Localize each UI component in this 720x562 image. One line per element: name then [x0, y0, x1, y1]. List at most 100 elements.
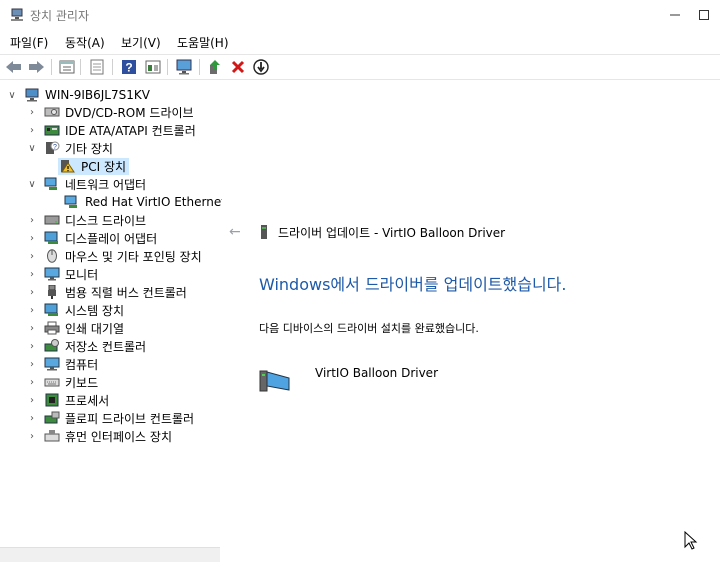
- chevron-down-icon[interactable]: ∨: [26, 178, 38, 190]
- chevron-right-icon[interactable]: ›: [26, 124, 38, 136]
- tree-item-processor[interactable]: › 프로세서: [26, 391, 109, 409]
- help-button[interactable]: ?: [120, 58, 138, 76]
- chevron-right-icon[interactable]: ›: [26, 286, 38, 298]
- tree-item-label: 네트워크 어댑터: [65, 177, 147, 192]
- back-button[interactable]: [5, 58, 23, 76]
- chevron-right-icon[interactable]: ›: [26, 322, 38, 334]
- maximize-button[interactable]: [688, 0, 720, 30]
- other-devices-icon: ?: [46, 141, 60, 154]
- scan-hardware-button[interactable]: [175, 58, 193, 76]
- network-adapter-icon: [44, 177, 57, 190]
- forward-button[interactable]: [27, 58, 45, 76]
- tree-root[interactable]: ∨ WIN-9IB6JL7S1KV: [6, 86, 150, 104]
- help-icon: ?: [122, 60, 136, 75]
- tree-item-print-queue[interactable]: › 인쇄 대기열: [26, 319, 124, 337]
- show-hidden-button[interactable]: [144, 58, 162, 76]
- tree-item-label: 휴먼 인터페이스 장치: [65, 429, 172, 444]
- tree-item-storage-controllers[interactable]: › 저장소 컨트롤러: [26, 337, 146, 355]
- usb-icon: [48, 285, 56, 299]
- tree-item-label: 디스크 드라이브: [65, 213, 147, 228]
- tree-item-label: 인쇄 대기열: [65, 321, 125, 336]
- help-doc-icon: [90, 59, 104, 75]
- tree-item-label: 컴퓨터: [65, 357, 99, 372]
- menu-bar: 파일(F) 동작(A) 보기(V) 도움말(H): [0, 31, 720, 51]
- ide-controller-icon: [44, 125, 60, 136]
- dvd-drive-icon: [44, 107, 60, 117]
- tree-item-other-devices[interactable]: ∨ ? 기타 장치: [26, 139, 113, 157]
- computer-root-icon: [25, 88, 39, 102]
- tree-item-pci-device[interactable]: PCI 장치: [46, 157, 130, 175]
- hid-icon: [44, 430, 60, 442]
- tree-item-dvd[interactable]: › DVD/CD-ROM 드라이브: [26, 103, 194, 121]
- toolbar: ?: [0, 54, 720, 80]
- mouse-icon: [47, 249, 57, 263]
- tree-item-monitor[interactable]: › 모니터: [26, 265, 98, 283]
- horizontal-scrollbar[interactable]: [0, 547, 220, 562]
- menu-file[interactable]: 파일(F): [10, 34, 48, 51]
- tree-item-display-adapters[interactable]: › 디스플레이 어댑터: [26, 229, 157, 247]
- tree-item-usb[interactable]: › 범용 직렬 버스 컨트롤러: [26, 283, 187, 301]
- tree-item-hid[interactable]: › 휴먼 인터페이스 장치: [26, 427, 172, 445]
- maximize-icon: [699, 10, 709, 20]
- network-device-icon: [64, 195, 77, 208]
- disable-button[interactable]: [252, 58, 270, 76]
- system-device-icon: [44, 303, 58, 316]
- wizard-device-small-icon: [261, 225, 267, 239]
- tree-item-network-adapters[interactable]: ∨ 네트워크 어댑터: [26, 175, 146, 193]
- menu-view[interactable]: 보기(V): [121, 34, 161, 51]
- chevron-right-icon[interactable]: ›: [26, 106, 38, 118]
- tree-item-label: 모니터: [65, 267, 99, 282]
- tree-item-computer[interactable]: › 컴퓨터: [26, 355, 98, 373]
- chevron-right-icon[interactable]: ›: [26, 340, 38, 352]
- tree-item-label: 키보드: [65, 375, 99, 390]
- menu-action[interactable]: 동작(A): [65, 34, 105, 51]
- tree-item-label: 디스플레이 어댑터: [65, 231, 158, 246]
- pci-warning-icon: [61, 160, 75, 173]
- wizard-message: 다음 디바이스의 드라이버 설치를 완료했습니다.: [259, 322, 479, 335]
- chevron-right-icon[interactable]: ›: [26, 394, 38, 406]
- show-hidden-icon: [145, 60, 161, 74]
- forward-icon: [29, 61, 44, 73]
- chevron-right-icon[interactable]: ›: [26, 376, 38, 388]
- chevron-right-icon[interactable]: ›: [26, 304, 38, 316]
- tree-item-label: 플로피 드라이브 컨트롤러: [65, 411, 195, 426]
- tree-item-network-device[interactable]: Red Hat VirtIO Ethernet A: [46, 193, 222, 211]
- disable-icon: [253, 59, 269, 75]
- device-tree[interactable]: ∨ WIN-9IB6JL7S1KV › DVD/CD-ROM 드라이브 › ID…: [0, 80, 222, 546]
- help-doc-button[interactable]: [88, 58, 106, 76]
- toolbar-separator: [199, 59, 200, 75]
- wizard-heading: Windows에서 드라이버를 업데이트했습니다.: [259, 275, 567, 294]
- tree-item-label: PCI 장치: [81, 159, 127, 174]
- tree-item-system-devices[interactable]: › 시스템 장치: [26, 301, 124, 319]
- tree-item-mouse[interactable]: › 마우스 및 기타 포인팅 장치: [26, 247, 202, 265]
- toolbar-separator: [80, 59, 81, 75]
- wizard-back-button[interactable]: ←: [229, 224, 241, 240]
- toolbar-separator: [112, 59, 113, 75]
- tree-item-keyboard[interactable]: › 키보드: [26, 373, 98, 391]
- chevron-right-icon[interactable]: ›: [26, 412, 38, 424]
- menu-help[interactable]: 도움말(H): [177, 34, 229, 51]
- tree-item-ide[interactable]: › IDE ATA/ATAPI 컨트롤러: [26, 121, 196, 139]
- disk-drive-icon: [44, 215, 60, 225]
- tree-item-floppy-controller[interactable]: › 플로피 드라이브 컨트롤러: [26, 409, 194, 427]
- properties-button[interactable]: [58, 58, 76, 76]
- printer-icon: [44, 321, 60, 335]
- chevron-right-icon[interactable]: ›: [26, 250, 38, 262]
- tree-item-label: IDE ATA/ATAPI 컨트롤러: [65, 123, 196, 138]
- properties-icon: [59, 60, 75, 74]
- chevron-right-icon[interactable]: ›: [26, 268, 38, 280]
- tree-item-disk-drives[interactable]: › 디스크 드라이브: [26, 211, 146, 229]
- tree-item-label: DVD/CD-ROM 드라이브: [65, 105, 194, 120]
- chevron-right-icon[interactable]: ›: [26, 232, 38, 244]
- tree-item-label: 마우스 및 기타 포인팅 장치: [65, 249, 202, 264]
- back-icon: [6, 61, 21, 73]
- chevron-down-icon[interactable]: ∨: [6, 89, 18, 101]
- update-driver-button[interactable]: [206, 58, 224, 76]
- chevron-right-icon[interactable]: ›: [26, 358, 38, 370]
- uninstall-button[interactable]: [229, 58, 247, 76]
- chevron-right-icon[interactable]: ›: [26, 214, 38, 226]
- chevron-down-icon[interactable]: ∨: [26, 142, 38, 154]
- tree-item-label: Red Hat VirtIO Ethernet A: [85, 195, 222, 209]
- update-driver-icon: [210, 60, 220, 74]
- chevron-right-icon[interactable]: ›: [26, 430, 38, 442]
